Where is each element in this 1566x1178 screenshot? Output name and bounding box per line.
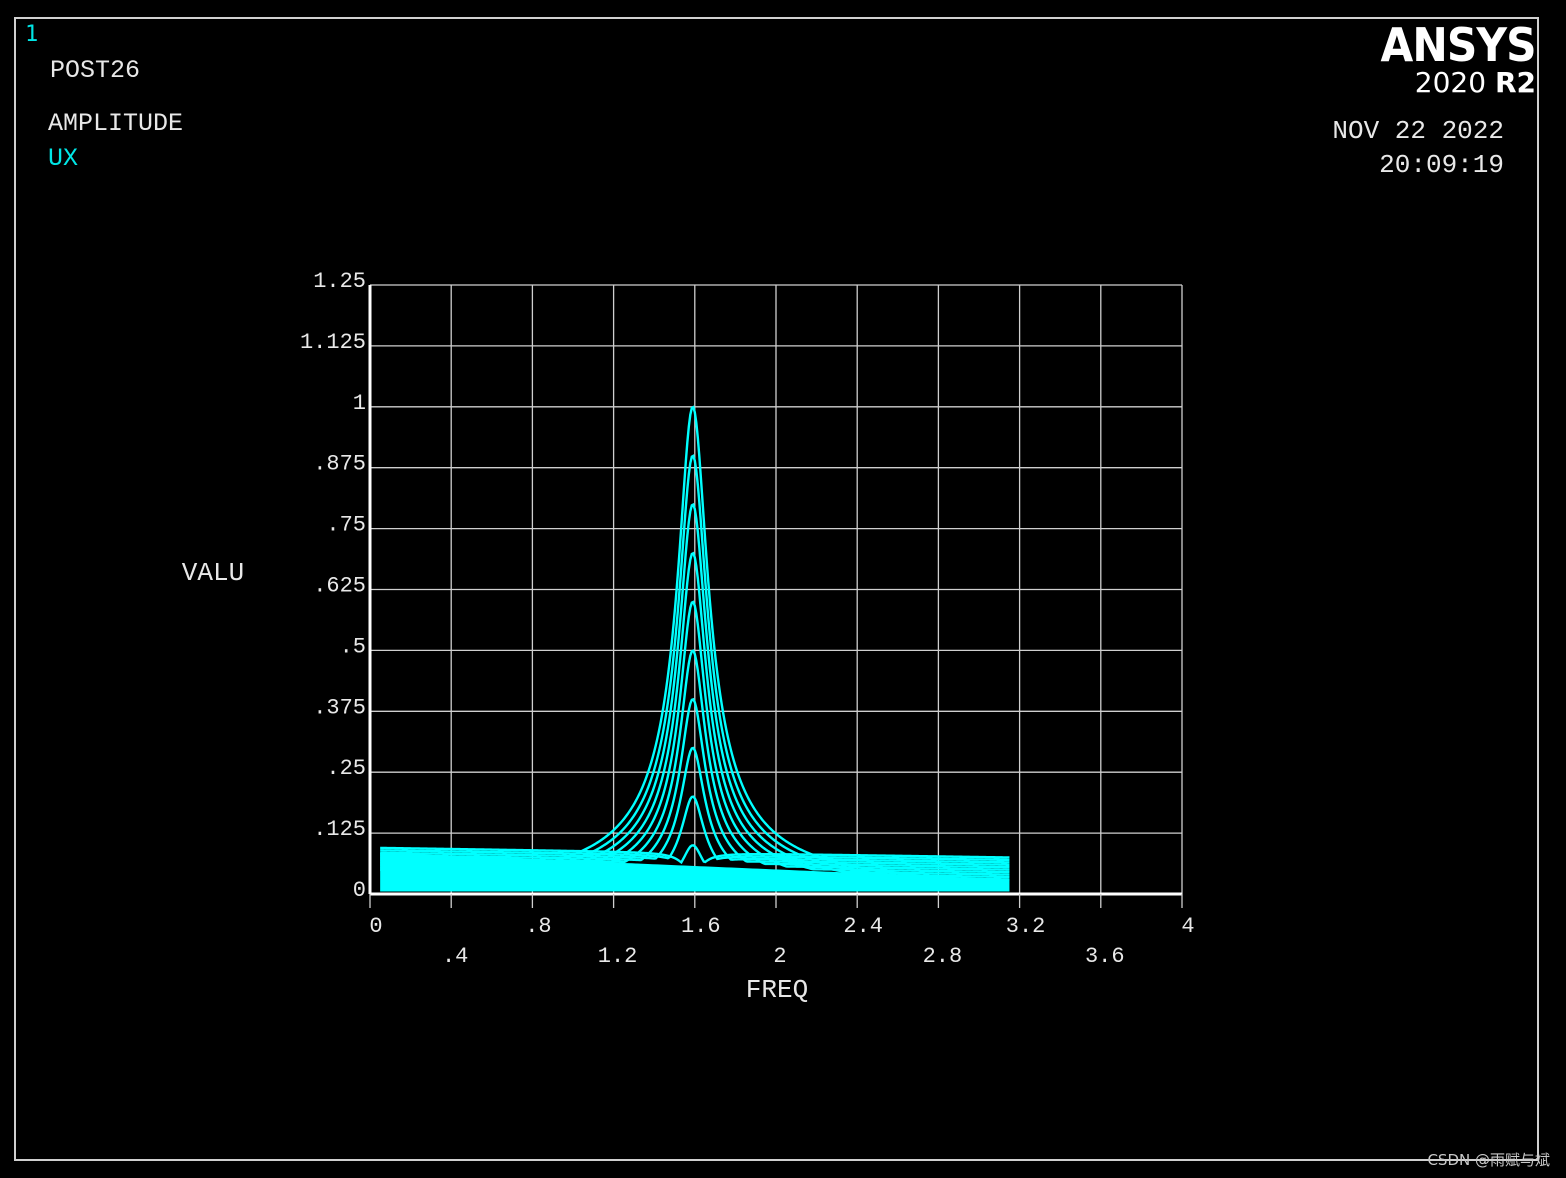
- x-tick-label-lower: 1.2: [598, 944, 638, 969]
- grid-layer: [369, 284, 1183, 895]
- x-tick-label-upper: 2.4: [843, 914, 883, 939]
- y-axis-title: VALU: [182, 558, 244, 588]
- watermark: CSDN @雨赋与斌: [1427, 1151, 1550, 1169]
- y-tick-label: 0: [353, 878, 366, 903]
- x-tick-label-lower: 2: [773, 944, 786, 969]
- y-tick-label: .375: [313, 695, 366, 720]
- y-tick-label: .25: [326, 756, 366, 781]
- y-tick-label: .875: [313, 452, 366, 477]
- x-tick-label-upper: 1.6: [681, 914, 721, 939]
- x-tick-label-lower: 2.8: [923, 944, 963, 969]
- y-tick-label: .125: [313, 817, 366, 842]
- y-tick-label: .5: [340, 634, 366, 659]
- y-tick-label: .75: [326, 513, 366, 538]
- x-tick-label-upper: 3.2: [1006, 914, 1046, 939]
- y-tick-label: .625: [313, 574, 366, 599]
- x-axis-title: FREQ: [746, 975, 808, 1005]
- y-tick-label: 1.25: [313, 269, 366, 294]
- x-tick-label-upper: 0: [369, 914, 382, 939]
- y-tick-label: 1.125: [300, 330, 366, 355]
- x-tick-label-lower: .4: [442, 944, 468, 969]
- x-tick-label-lower: 3.6: [1085, 944, 1125, 969]
- x-tick-label-upper: .8: [525, 914, 551, 939]
- amplitude-chart: 0 .125 .25 .375 .5 .625 .75 .875 1 1.125 1.25 0 .8 1.…: [182, 269, 1195, 1005]
- y-tick-label: 1: [353, 391, 366, 416]
- x-tick-label-upper: 4: [1181, 914, 1194, 939]
